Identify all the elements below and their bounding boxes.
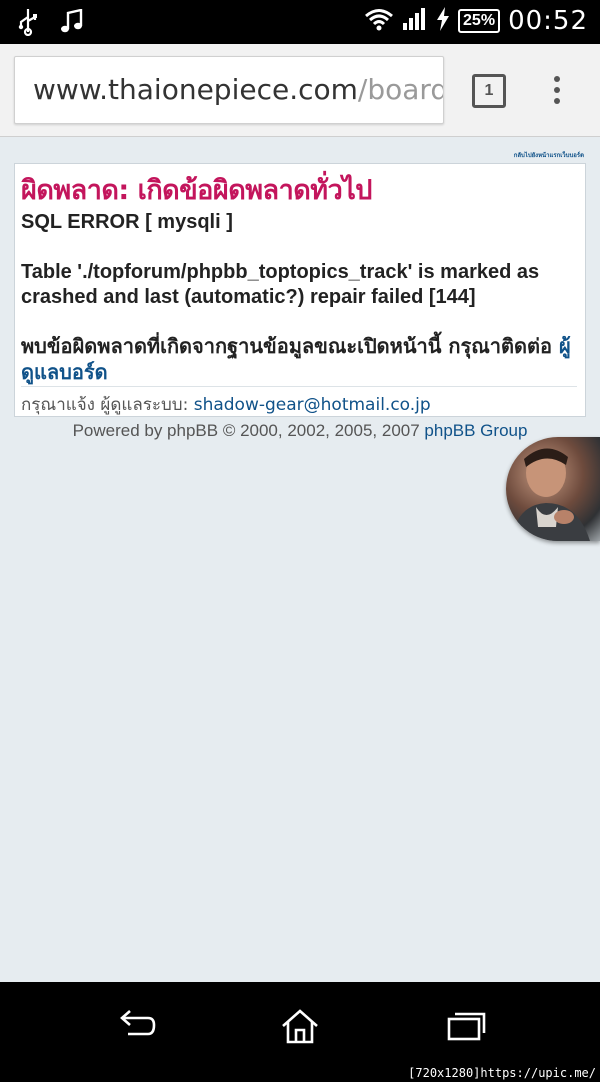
battery-icon: 25% — [458, 9, 501, 33]
sql-error-title: SQL ERROR [ mysqli ] — [21, 211, 233, 233]
tab-switcher-button[interactable]: 1 — [472, 74, 506, 108]
recent-apps-icon[interactable] — [446, 1008, 486, 1047]
status-bar: 25% 00:52 — [0, 0, 600, 44]
url-domain: www.thaionepiece.com — [33, 73, 358, 106]
admin-email-link[interactable]: shadow-gear@hotmail.co.jp — [194, 395, 431, 415]
phpbb-group-link[interactable]: phpBB Group — [424, 421, 527, 440]
back-icon[interactable] — [116, 1008, 156, 1047]
back-to-board-link[interactable]: กลับไปยังหน้าแรกเว็บบอร์ด — [514, 150, 584, 160]
database-error-text: พบข้อผิดพลาดที่เกิดจากฐานข้อมูลขณะเปิดหน… — [21, 334, 559, 358]
url-path: /board/v — [357, 73, 443, 106]
music-note-icon — [60, 8, 84, 40]
signal-icon — [402, 7, 428, 36]
error-title: ผิดพลาด: เกิดข้อผิดพลาดทั่วไป — [21, 175, 372, 206]
url-text: www.thaionepiece.com/board/v — [33, 73, 443, 106]
page-content: กลับไปยังหน้าแรกเว็บบอร์ด ผิดพลาด: เกิดข… — [0, 137, 600, 982]
browser-toolbar: www.thaionepiece.com/board/v 1 — [0, 44, 600, 137]
database-error-message: พบข้อผิดพลาดที่เกิดจากฐานข้อมูลขณะเปิดหน… — [21, 333, 577, 385]
system-navigation-bar: [720x1280]https://upic.me/ — [0, 982, 600, 1082]
address-bar[interactable]: www.thaionepiece.com/board/v — [14, 56, 444, 124]
charging-icon — [436, 6, 450, 36]
usb-icon — [18, 8, 38, 41]
overflow-menu-icon[interactable] — [554, 76, 564, 109]
contact-label: กรุณาแจ้ง ผู้ดูแลระบบ: — [21, 395, 194, 415]
image-watermark: [720x1280]https://upic.me/ — [404, 1064, 600, 1082]
clock-time: 00:52 — [508, 6, 588, 36]
home-icon[interactable] — [280, 1008, 320, 1049]
chat-head-avatar[interactable] — [506, 437, 600, 541]
error-panel: ผิดพลาด: เกิดข้อผิดพลาดทั่วไป SQL ERROR … — [14, 163, 586, 417]
powered-by-text: Powered by phpBB © 2000, 2002, 2005, 200… — [72, 421, 425, 440]
sql-error-message: Table './topforum/phpbb_toptopics_track'… — [21, 261, 540, 308]
divider — [21, 386, 577, 387]
powered-by-footer: Powered by phpBB © 2000, 2002, 2005, 200… — [0, 421, 600, 441]
wifi-icon — [364, 7, 394, 36]
contact-line: กรุณาแจ้ง ผู้ดูแลระบบ: shadow-gear@hotma… — [21, 391, 431, 418]
